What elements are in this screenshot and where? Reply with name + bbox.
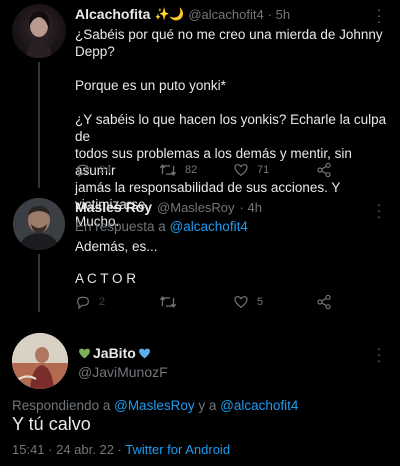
tweet3-text: Y tú calvo bbox=[12, 414, 91, 434]
tweet2-header: Masles Roy @MaslesRoy · 4h bbox=[75, 198, 380, 216]
like-button[interactable]: 5 bbox=[233, 294, 263, 310]
green-heart-icon bbox=[79, 348, 90, 358]
retweet-icon bbox=[159, 296, 177, 308]
reply-button[interactable]: 24 bbox=[75, 162, 111, 178]
tweet-time[interactable]: 15:41 bbox=[12, 442, 45, 457]
text-line bbox=[75, 94, 395, 111]
replying-user-link[interactable]: @alcachofit4 bbox=[220, 398, 298, 413]
tweet2-actions: 2 5 bbox=[75, 294, 375, 314]
share-button[interactable] bbox=[316, 294, 332, 310]
avatar-image bbox=[12, 333, 68, 389]
replying-and: y a bbox=[198, 398, 217, 413]
like-button[interactable]: 71 bbox=[233, 162, 269, 178]
reply-icon bbox=[77, 296, 89, 310]
avatar-jabito[interactable] bbox=[12, 333, 68, 389]
replying-user-link[interactable]: @MaslesRoy bbox=[114, 398, 194, 413]
replying-to: Respondiendo a @MaslesRoy y a @alcachofi… bbox=[12, 398, 298, 413]
blue-heart-icon bbox=[138, 348, 150, 358]
display-name[interactable]: Alcachofita bbox=[75, 6, 150, 22]
thread-line bbox=[38, 254, 40, 312]
like-count: 71 bbox=[257, 164, 270, 176]
handle[interactable]: @JaviMunozF bbox=[78, 364, 168, 380]
more-icon[interactable]: · · · bbox=[375, 341, 383, 367]
replying-prefix: Respondiendo a bbox=[12, 398, 111, 413]
like-icon bbox=[234, 164, 248, 177]
reply-count: 24 bbox=[99, 164, 112, 176]
reply-icon bbox=[77, 164, 89, 178]
tweet3-name-row: JaBito bbox=[78, 345, 151, 361]
avatar-image bbox=[13, 198, 65, 250]
reply-prefix: En respuesta a bbox=[75, 219, 166, 234]
tweet3-meta: 15:41 · 24 abr. 22 · Twitter for Android bbox=[12, 442, 230, 457]
reply-button[interactable]: 2 bbox=[75, 294, 105, 310]
share-icon bbox=[317, 294, 331, 310]
tweet1-header: Alcachofita ✨🌙 @alcachofit4 · 5h bbox=[75, 5, 380, 23]
tweet-source[interactable]: Twitter for Android bbox=[125, 442, 230, 457]
display-name[interactable]: JaBito bbox=[93, 345, 136, 361]
retweet-count: 82 bbox=[185, 164, 198, 176]
avatar-alcachofita[interactable] bbox=[12, 4, 66, 58]
tweet2-line2: A C T O R bbox=[75, 271, 137, 286]
share-button[interactable] bbox=[316, 162, 332, 178]
avatar-image bbox=[26, 11, 52, 58]
avatar-masles-roy[interactable] bbox=[13, 198, 65, 250]
tweet2-line1: Además, es... bbox=[75, 239, 158, 254]
reply-count: 2 bbox=[99, 296, 106, 308]
name-emojis: ✨🌙 bbox=[154, 7, 185, 21]
like-icon bbox=[234, 296, 248, 309]
handle[interactable]: @alcachofit4 bbox=[188, 7, 263, 22]
more-icon[interactable]: · · · bbox=[375, 197, 383, 223]
tweet1-actions: 24 82 71 bbox=[75, 162, 375, 182]
retweet-button[interactable] bbox=[159, 294, 177, 310]
text-line: Porque es un puto yonki* bbox=[75, 78, 226, 93]
timestamp[interactable]: · 5h bbox=[268, 7, 290, 22]
retweet-icon bbox=[159, 164, 177, 176]
text-line: ¿Sabéis por qué no me creo una mierda de… bbox=[75, 27, 383, 59]
text-line bbox=[75, 60, 395, 77]
handle[interactable]: @MaslesRoy bbox=[157, 200, 235, 215]
share-icon bbox=[317, 162, 331, 178]
thread-line bbox=[38, 62, 40, 188]
reply-to-link[interactable]: @alcachofit4 bbox=[170, 219, 248, 234]
display-name[interactable]: Masles Roy bbox=[75, 199, 152, 215]
timestamp[interactable]: · 4h bbox=[240, 200, 262, 215]
reply-context: En respuesta a @alcachofit4 bbox=[75, 219, 248, 234]
more-icon[interactable]: · · · bbox=[375, 2, 383, 28]
retweet-button[interactable]: 82 bbox=[159, 162, 197, 178]
like-count: 5 bbox=[257, 296, 264, 308]
text-line: ¿Y sabéis lo que hacen los yonkis? Echar… bbox=[75, 112, 387, 144]
tweet-date[interactable]: · 24 abr. 22 · bbox=[48, 442, 122, 457]
